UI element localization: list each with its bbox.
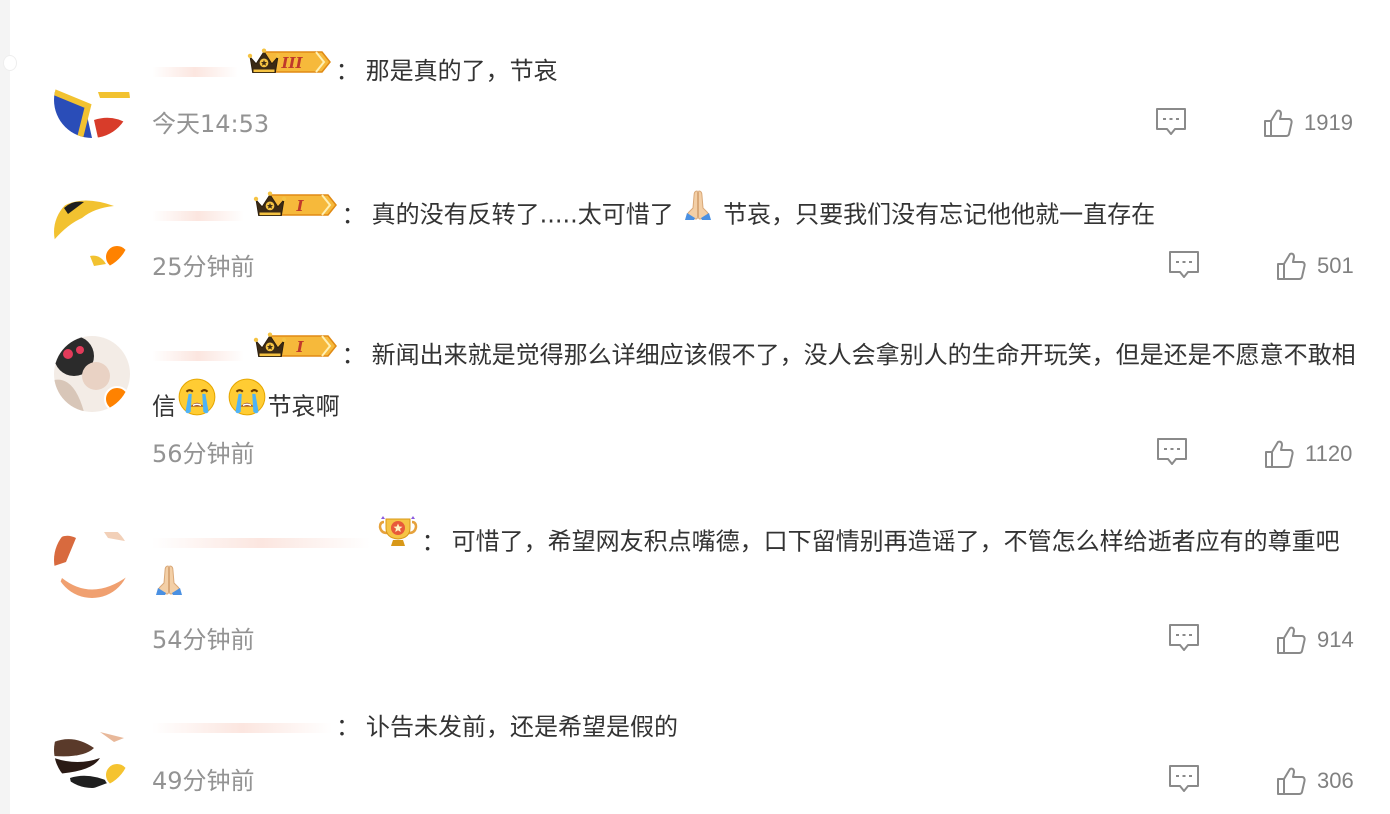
verified-badge-icon xyxy=(104,386,130,412)
comment-text-continued: 节哀啊 xyxy=(267,392,340,420)
like-count: 914 xyxy=(1317,627,1354,652)
comment-text: 那是真的了，节哀 xyxy=(365,57,558,85)
praying-hands-emoji xyxy=(681,188,715,237)
thumbs-up-icon xyxy=(1262,107,1294,139)
member-crown-badge[interactable]: III xyxy=(246,47,332,92)
thumbs-up-icon xyxy=(1275,765,1307,797)
member-trophy-badge[interactable] xyxy=(378,516,418,563)
like-count: 1120 xyxy=(1305,441,1353,466)
comment-time: 今天14:53 xyxy=(152,110,270,138)
thumbs-up-icon xyxy=(1263,438,1295,470)
comment-icon xyxy=(1155,435,1189,469)
reply-button[interactable] xyxy=(1155,435,1189,469)
comment-content: III ：那是真的了，节哀 xyxy=(152,47,1372,95)
username[interactable] xyxy=(152,520,370,565)
comment-text-continued: 节哀，只要我们没有忘记他他就一直存在 xyxy=(723,200,1156,229)
comment-icon xyxy=(1167,248,1201,282)
verified-badge-icon xyxy=(104,762,130,788)
verified-badge-icon xyxy=(104,244,130,270)
username[interactable] xyxy=(152,49,238,94)
reply-button[interactable] xyxy=(1167,762,1201,796)
like-count: 306 xyxy=(1317,768,1354,793)
username[interactable] xyxy=(152,705,332,750)
comment-time: 56分钟前 xyxy=(152,440,255,468)
comment-time: 49分钟前 xyxy=(152,767,255,795)
avatar[interactable] xyxy=(54,194,130,270)
thumbs-up-icon xyxy=(1275,250,1307,282)
comment-content: ：可惜了，希望网友积点嘴德，口下留情别再造谣了，不管怎么样给逝者应有的尊重吧 xyxy=(152,519,1372,615)
like-button[interactable]: 1120 xyxy=(1263,438,1352,470)
like-count: 1919 xyxy=(1304,110,1353,135)
comment-text: 讣告未发前，还是希望是假的 xyxy=(366,713,678,741)
comment-icon xyxy=(1167,621,1201,655)
separator: ： xyxy=(421,527,446,556)
comment-content: I ：新闻出来就是觉得那么详细应该假不了，没人会拿别人的生命开玩笑，但是还是不愿… xyxy=(152,331,1372,436)
comment-icon xyxy=(1167,762,1201,796)
avatar[interactable] xyxy=(54,336,130,412)
comment-time: 54分钟前 xyxy=(152,626,255,654)
thumbs-up-icon xyxy=(1275,624,1307,656)
comment-time: 25分钟前 xyxy=(152,253,255,281)
reply-button[interactable] xyxy=(1154,105,1188,139)
separator: ： xyxy=(336,713,360,741)
trophy-icon xyxy=(378,516,418,548)
username[interactable] xyxy=(152,193,244,238)
comment-text: 可惜了，希望网友积点嘴德，口下留情别再造谣了，不管怎么样给逝者应有的尊重吧 xyxy=(451,527,1340,556)
svg-text:I: I xyxy=(295,197,304,215)
svg-text:I: I xyxy=(295,338,304,356)
reply-button[interactable] xyxy=(1167,248,1201,282)
like-button[interactable]: 914 xyxy=(1275,624,1354,656)
separator: ： xyxy=(341,200,366,229)
avatar[interactable] xyxy=(54,522,130,598)
like-button[interactable]: 306 xyxy=(1275,765,1354,797)
comment-icon xyxy=(1154,105,1188,139)
comment-text: 真的没有反转了.....太可惜了 xyxy=(371,200,674,229)
avatar[interactable] xyxy=(54,712,130,788)
username[interactable] xyxy=(152,333,244,378)
member-crown-badge[interactable]: I xyxy=(252,331,338,376)
separator: ： xyxy=(335,57,360,85)
reply-button[interactable] xyxy=(1167,621,1201,655)
left-panel-edge xyxy=(0,0,10,814)
separator: ： xyxy=(341,341,366,369)
crying-face-emoji xyxy=(226,376,268,433)
scroll-marker xyxy=(4,56,16,70)
comment-content: I ：真的没有反转了.....太可惜了 节哀，只要我们没有忘记他他就一直存在 xyxy=(152,191,1372,240)
like-button[interactable]: 501 xyxy=(1275,250,1354,282)
like-button[interactable]: 1919 xyxy=(1262,107,1353,139)
avatar[interactable] xyxy=(54,62,130,138)
svg-text:III: III xyxy=(280,54,303,72)
like-count: 501 xyxy=(1317,253,1354,278)
comment-content: ：讣告未发前，还是希望是假的 xyxy=(152,705,1372,750)
member-crown-badge[interactable]: I xyxy=(252,190,338,235)
praying-hands-emoji xyxy=(152,563,186,612)
crying-face-emoji xyxy=(176,376,218,433)
